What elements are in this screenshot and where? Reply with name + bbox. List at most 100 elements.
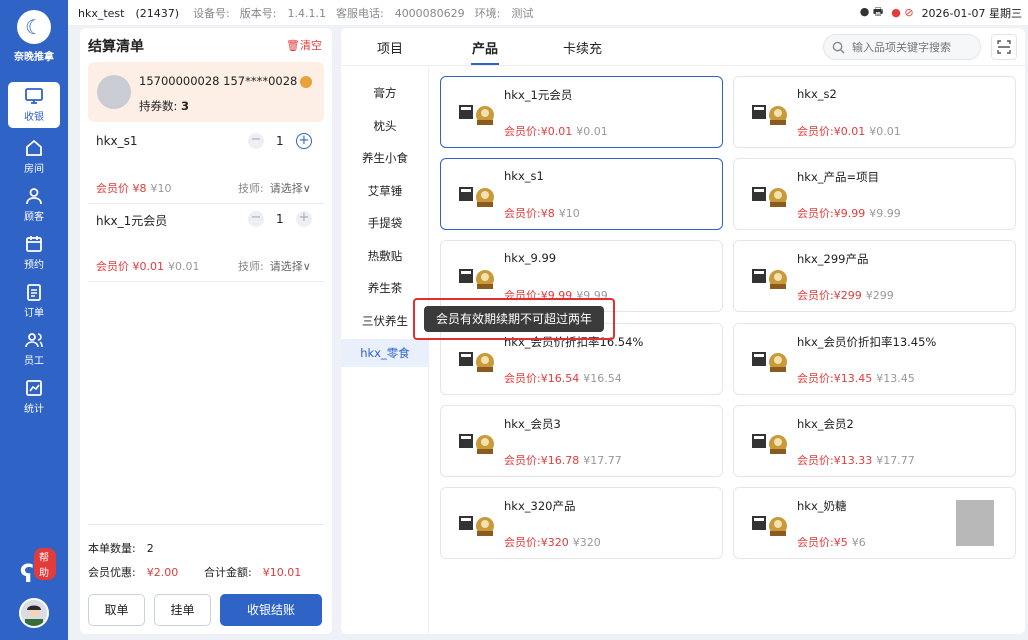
technician-label: 技师:	[238, 260, 264, 273]
product-name: hkx_会员3	[504, 416, 561, 431]
member-price: 会员价 ¥0.01	[96, 260, 164, 273]
cart-line-item: hkx_s1 − 1 + 会员价 ¥8 ¥10 技师: 请选择∨	[88, 126, 324, 204]
category-item[interactable]: hkx_零食	[341, 339, 429, 367]
sidebar-item-label: 收银	[24, 112, 44, 123]
product-thumbnail	[752, 265, 788, 291]
member-price: 会员价:¥13.45	[797, 371, 873, 385]
product-name: hkx_9.99	[504, 251, 557, 266]
original-price: ¥299	[865, 289, 894, 303]
sidebar-item-staff[interactable]: 员工	[8, 326, 60, 372]
category-list: 膏方 枕头 养生小食 艾草锤 手提袋 热敷贴 养生茶 三伏养生 hkx_零食	[341, 67, 429, 634]
sidebar-item-cashier[interactable]: 收银	[8, 82, 60, 128]
search-box[interactable]	[823, 34, 981, 60]
trash-icon: 🗑	[286, 39, 300, 52]
scan-button[interactable]	[991, 34, 1017, 60]
sidebar-item-label: 员工	[24, 356, 44, 367]
technician-label: 技师:	[238, 182, 264, 195]
sidebar-item-label: 预约	[24, 260, 44, 271]
category-item[interactable]: 膏方	[341, 79, 429, 107]
printer-offline-icon: ● ⊘	[891, 6, 914, 19]
member-phone-row: 15700000028 157****0028	[139, 74, 313, 88]
technician-picker[interactable]: 技师: 请选择∨	[238, 258, 311, 274]
original-price: ¥0.01	[869, 125, 901, 138]
clear-cart-button[interactable]: 🗑清空	[286, 37, 322, 53]
product-thumbnail	[459, 348, 495, 374]
app-logo: ☾ 奈晚推拿	[8, 10, 60, 63]
tab-card-recharge[interactable]: 卡续充	[563, 38, 602, 57]
sidebar-item-customers[interactable]: 顾客	[8, 182, 60, 228]
product-thumbnail	[459, 512, 495, 538]
product-thumbnail	[752, 183, 788, 209]
sidebar-item-label: 订单	[24, 308, 44, 319]
vip-badge-icon	[300, 75, 313, 88]
tab-services[interactable]: 项目	[377, 38, 403, 57]
status-right: ● 🖶 ● ⊘ 2026-01-07 星期三	[852, 0, 1022, 25]
member-card[interactable]: 15700000028 157****0028 持券数: 3	[88, 62, 324, 122]
original-price: ¥16.54	[583, 371, 622, 385]
member-price: 会员价:¥9.99	[797, 207, 866, 221]
divider	[88, 524, 324, 525]
decrease-qty-button[interactable]: −	[248, 211, 264, 227]
help-button[interactable]: 帮助 ʕ	[10, 548, 56, 588]
product-thumbnail	[752, 430, 788, 456]
product-price: 会员价:¥13.45 ¥13.45	[797, 370, 915, 386]
user-avatar[interactable]	[19, 598, 49, 628]
discount-value: ¥2.00	[146, 566, 179, 579]
printer-icon: ● 🖶	[859, 5, 884, 18]
category-item[interactable]: 热敷贴	[341, 242, 429, 270]
technician-picker[interactable]: 技师: 请选择∨	[238, 180, 311, 196]
category-item[interactable]: 养生小食	[341, 144, 429, 172]
product-card[interactable]: hkx_s1 会员价:¥8 ¥10	[440, 158, 723, 231]
hold-order-button[interactable]: 挂单	[154, 594, 211, 626]
increase-qty-button[interactable]: +	[296, 133, 312, 149]
product-card[interactable]: hkx_会员3 会员价:¥16.78 ¥17.77	[440, 404, 723, 477]
search-input[interactable]	[852, 38, 977, 56]
sidebar-item-stats[interactable]: 统计	[8, 374, 60, 420]
line-item-name: hkx_1元会员	[96, 214, 168, 228]
product-thumbnail	[459, 101, 495, 127]
product-card[interactable]: hkx_会员价折扣率13.45% 会员价:¥13.45 ¥13.45	[733, 322, 1016, 395]
product-price: 会员价:¥16.54 ¥16.54	[504, 370, 622, 386]
cancel-order-button[interactable]: 取单	[88, 594, 145, 626]
product-name: hkx_299产品	[797, 252, 869, 267]
decrease-qty-button[interactable]: −	[248, 133, 264, 149]
product-card[interactable]: hkx_产品=项目 会员价:¥9.99 ¥9.99	[733, 158, 1016, 231]
line-item-name: hkx_s1	[96, 134, 138, 148]
tab-products[interactable]: 产品	[472, 38, 498, 57]
coupons-label: 持券数:	[139, 99, 178, 113]
product-name: hkx_320产品	[504, 499, 576, 513]
sidebar-item-orders[interactable]: 订单	[8, 278, 60, 324]
member-coupons: 持券数: 3	[139, 98, 189, 114]
original-price: ¥17.77	[583, 453, 622, 467]
original-price: ¥320	[572, 536, 601, 549]
environment-label: 环境: 测试	[474, 6, 534, 20]
search-icon	[832, 41, 845, 54]
category-item[interactable]: 手提袋	[341, 209, 429, 237]
calendar-icon	[26, 236, 42, 252]
technician-select[interactable]: 请选择∨	[270, 260, 311, 273]
product-card[interactable]: hkx_320产品会员价:¥320 ¥320	[440, 487, 723, 559]
product-card[interactable]: hkx_会员2 会员价:¥13.33 ¥17.77	[733, 404, 1016, 477]
datetime: 2026-01-07 星期三	[921, 6, 1022, 20]
product-price: 会员价:¥320 ¥320	[504, 534, 601, 550]
service-phone: 客服电话: 4000080629	[335, 6, 465, 20]
product-name: hkx_奶糖	[797, 499, 847, 513]
category-item[interactable]: 艾草锤	[341, 177, 429, 205]
increase-qty-button[interactable]: +	[296, 211, 312, 227]
category-item[interactable]: 枕头	[341, 112, 429, 140]
sidebar-item-label: 顾客	[24, 212, 44, 223]
product-card[interactable]: hkx_299产品 会员价:¥299 ¥299	[733, 240, 1016, 313]
sidebar-item-rooms[interactable]: 房间	[8, 134, 60, 180]
product-thumbnail	[752, 348, 788, 374]
technician-select[interactable]: 请选择∨	[270, 182, 311, 195]
product-card[interactable]: hkx_1元会员 会员价:¥0.01 ¥0.01	[440, 76, 723, 148]
product-card[interactable]: hkx_s2 会员价:¥0.01 ¥0.01	[733, 76, 1016, 148]
sidebar-item-booking[interactable]: 预约	[8, 230, 60, 276]
member-price: 会员价 ¥8	[96, 182, 147, 195]
scan-icon	[997, 40, 1011, 54]
line-item-qty: 1	[276, 134, 284, 148]
checkout-button[interactable]: 收银结账	[220, 594, 322, 626]
product-price: 会员价:¥13.33 ¥17.77	[797, 452, 915, 468]
product-name: hkx_产品=项目	[797, 170, 880, 185]
help-badge: 帮助	[34, 548, 56, 580]
